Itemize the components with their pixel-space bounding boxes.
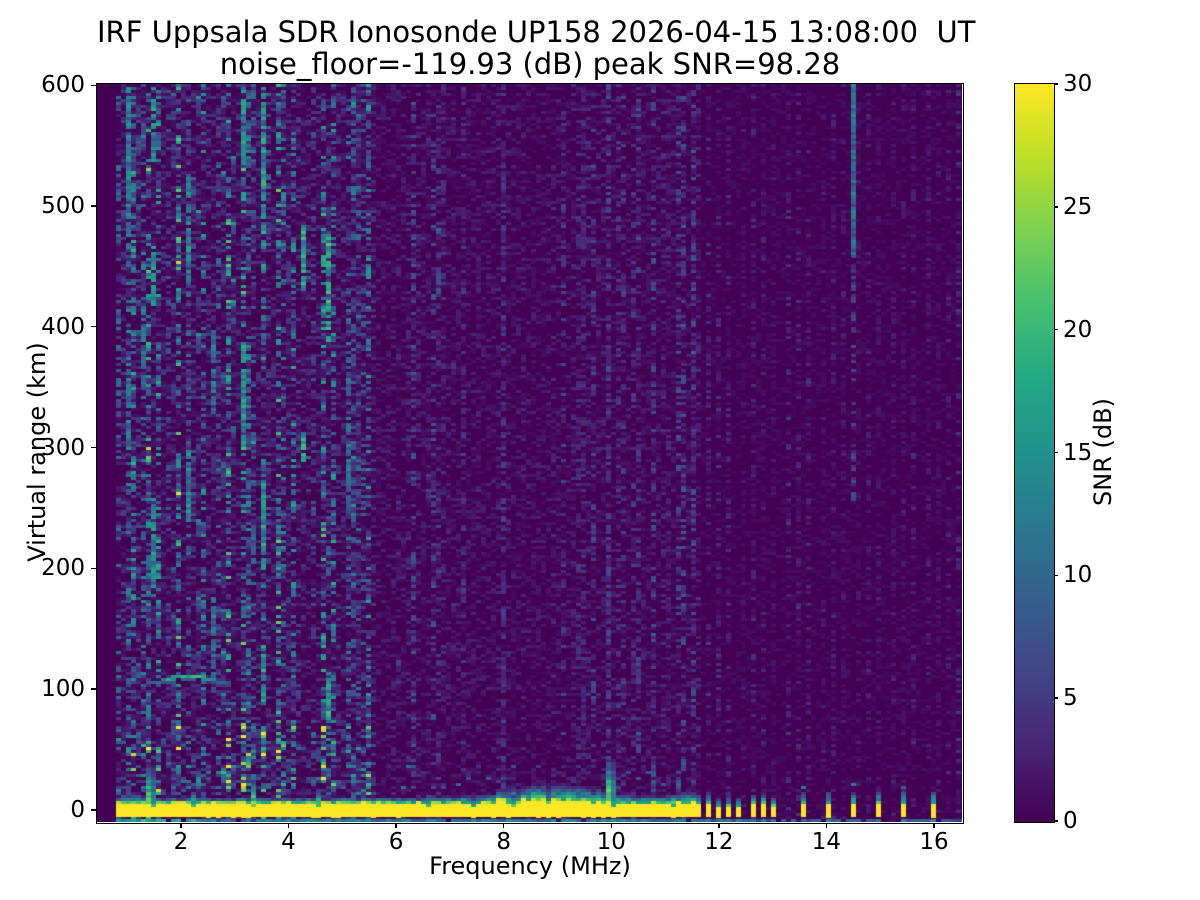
x-tick-mark: [933, 823, 934, 828]
y-tick-mark: [91, 205, 96, 206]
y-tick-mark: [91, 688, 96, 689]
chart-subtitle: noise_floor=-119.93 (dB) peak SNR=98.28: [97, 49, 963, 79]
colorbar-tick-label: 5: [1063, 684, 1123, 712]
colorbar-tick-label: 0: [1063, 807, 1123, 835]
chart-title: IRF Uppsala SDR Ionosonde UP158 2026-04-…: [97, 17, 963, 47]
colorbar-tick-label: 30: [1063, 70, 1123, 98]
x-tick-label: 12: [689, 830, 749, 854]
colorbar-tick-label: 25: [1063, 193, 1123, 221]
x-tick-mark: [288, 823, 289, 828]
x-axis-label: Frequency (MHz): [97, 852, 963, 880]
y-tick-label: 500: [19, 192, 85, 220]
y-tick-mark: [91, 568, 96, 569]
x-tick-mark: [826, 823, 827, 828]
y-tick-label: 600: [19, 71, 85, 99]
x-tick-label: 16: [904, 830, 964, 854]
x-tick-label: 4: [259, 830, 319, 854]
x-tick-label: 6: [366, 830, 426, 854]
y-tick-label: 100: [19, 675, 85, 703]
x-tick-mark: [718, 823, 719, 828]
x-tick-label: 10: [581, 830, 641, 854]
x-tick-mark: [395, 823, 396, 828]
y-tick-label: 0: [19, 796, 85, 824]
colorbar-gradient: [1015, 84, 1054, 822]
x-tick-mark: [180, 823, 181, 828]
colorbar-tick-label: 10: [1063, 561, 1123, 589]
x-tick-label: 14: [796, 830, 856, 854]
y-tick-mark: [91, 809, 96, 810]
y-axis-label-text: Virtual range (km): [23, 342, 51, 561]
x-tick-label: 2: [151, 830, 211, 854]
x-tick-mark: [503, 823, 504, 828]
x-tick-label: 8: [474, 830, 534, 854]
colorbar-label-text: SNR (dB): [1089, 398, 1117, 506]
y-tick-mark: [91, 326, 96, 327]
y-tick-mark: [91, 447, 96, 448]
colorbar-tick-label: 20: [1063, 316, 1123, 344]
ionogram-figure: IRF Uppsala SDR Ionosonde UP158 2026-04-…: [0, 0, 1200, 900]
plot-border: [96, 83, 964, 824]
y-tick-label: 400: [19, 313, 85, 341]
y-tick-mark: [91, 85, 96, 86]
colorbar: [1014, 83, 1055, 823]
x-tick-mark: [611, 823, 612, 828]
